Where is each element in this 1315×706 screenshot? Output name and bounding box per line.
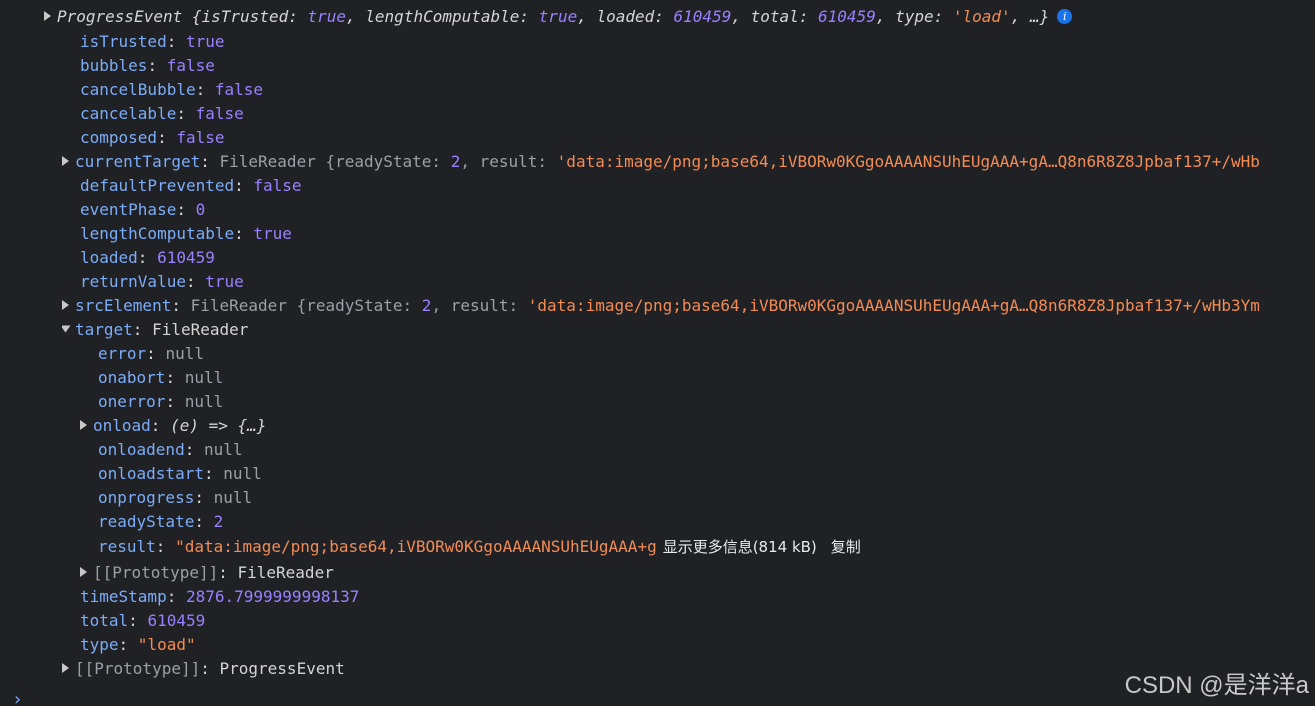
prop-row-expanded[interactable]: target: FileReader — [62, 318, 1293, 342]
expand-triangle-icon[interactable] — [44, 11, 51, 21]
target-prop-row: onerror: null — [98, 392, 224, 411]
object-summary-row[interactable]: ProgressEvent {isTrusted: true, lengthCo… — [44, 5, 1293, 29]
prop-row-expandable[interactable]: currentTarget: FileReader {readyState: 2… — [62, 150, 1293, 174]
collapse-triangle-icon[interactable] — [62, 325, 71, 333]
prop-row: cancelBubble: false — [80, 80, 264, 99]
target-prototype-row[interactable]: [[Prototype]]: FileReader — [80, 561, 1293, 585]
target-prop-row: result: "data:image/png;base64,iVBORw0KG… — [98, 537, 861, 556]
expand-triangle-icon[interactable] — [62, 300, 69, 310]
prop-row: isTrusted: true — [80, 32, 225, 51]
prop-row: composed: false — [80, 128, 225, 147]
prototype-row[interactable]: [[Prototype]]: ProgressEvent — [62, 657, 1293, 681]
prop-row: lengthComputable: true — [80, 224, 292, 243]
watermark: CSDN @是洋洋a — [1124, 672, 1309, 699]
object-summary[interactable]: ProgressEvent {isTrusted: true, lengthCo… — [57, 7, 1049, 26]
prop-row-expandable[interactable]: srcElement: FileReader {readyState: 2, r… — [62, 294, 1293, 318]
info-icon[interactable]: i — [1057, 9, 1073, 24]
prop-row: returnValue: true — [80, 272, 244, 291]
expand-triangle-icon[interactable] — [80, 567, 87, 577]
prop-row: loaded: 610459 — [80, 248, 215, 267]
copy-link[interactable]: 复制 — [831, 538, 861, 556]
target-prop-row: error: null — [98, 344, 204, 363]
prop-row: timeStamp: 2876.7999999998137 — [80, 587, 360, 606]
expand-triangle-icon[interactable] — [80, 420, 87, 430]
prop-row: type: "load" — [80, 635, 196, 654]
target-prop-row: onloadstart: null — [98, 464, 262, 483]
prop-row: defaultPrevented: false — [80, 176, 302, 195]
show-more-link[interactable]: 显示更多信息(814 kB) — [663, 538, 817, 556]
target-prop-row: onloadend: null — [98, 440, 243, 459]
prop-row: eventPhase: 0 — [80, 200, 206, 219]
prop-row: bubbles: false — [80, 56, 215, 75]
expand-triangle-icon[interactable] — [62, 663, 69, 673]
prop-row: cancelable: false — [80, 104, 244, 123]
target-prop-row: readyState: 2 — [98, 512, 224, 531]
console-prompt-icon[interactable]: › — [12, 689, 23, 706]
prop-row: total: 610459 — [80, 611, 206, 630]
expand-triangle-icon[interactable] — [62, 156, 69, 166]
target-prop-row: onabort: null — [98, 368, 224, 387]
devtools-console: ProgressEvent {isTrusted: true, lengthCo… — [0, 0, 1315, 706]
target-prop-row-expandable[interactable]: onload: (e) => {…} — [80, 414, 1293, 438]
target-prop-row: onprogress: null — [98, 488, 253, 507]
